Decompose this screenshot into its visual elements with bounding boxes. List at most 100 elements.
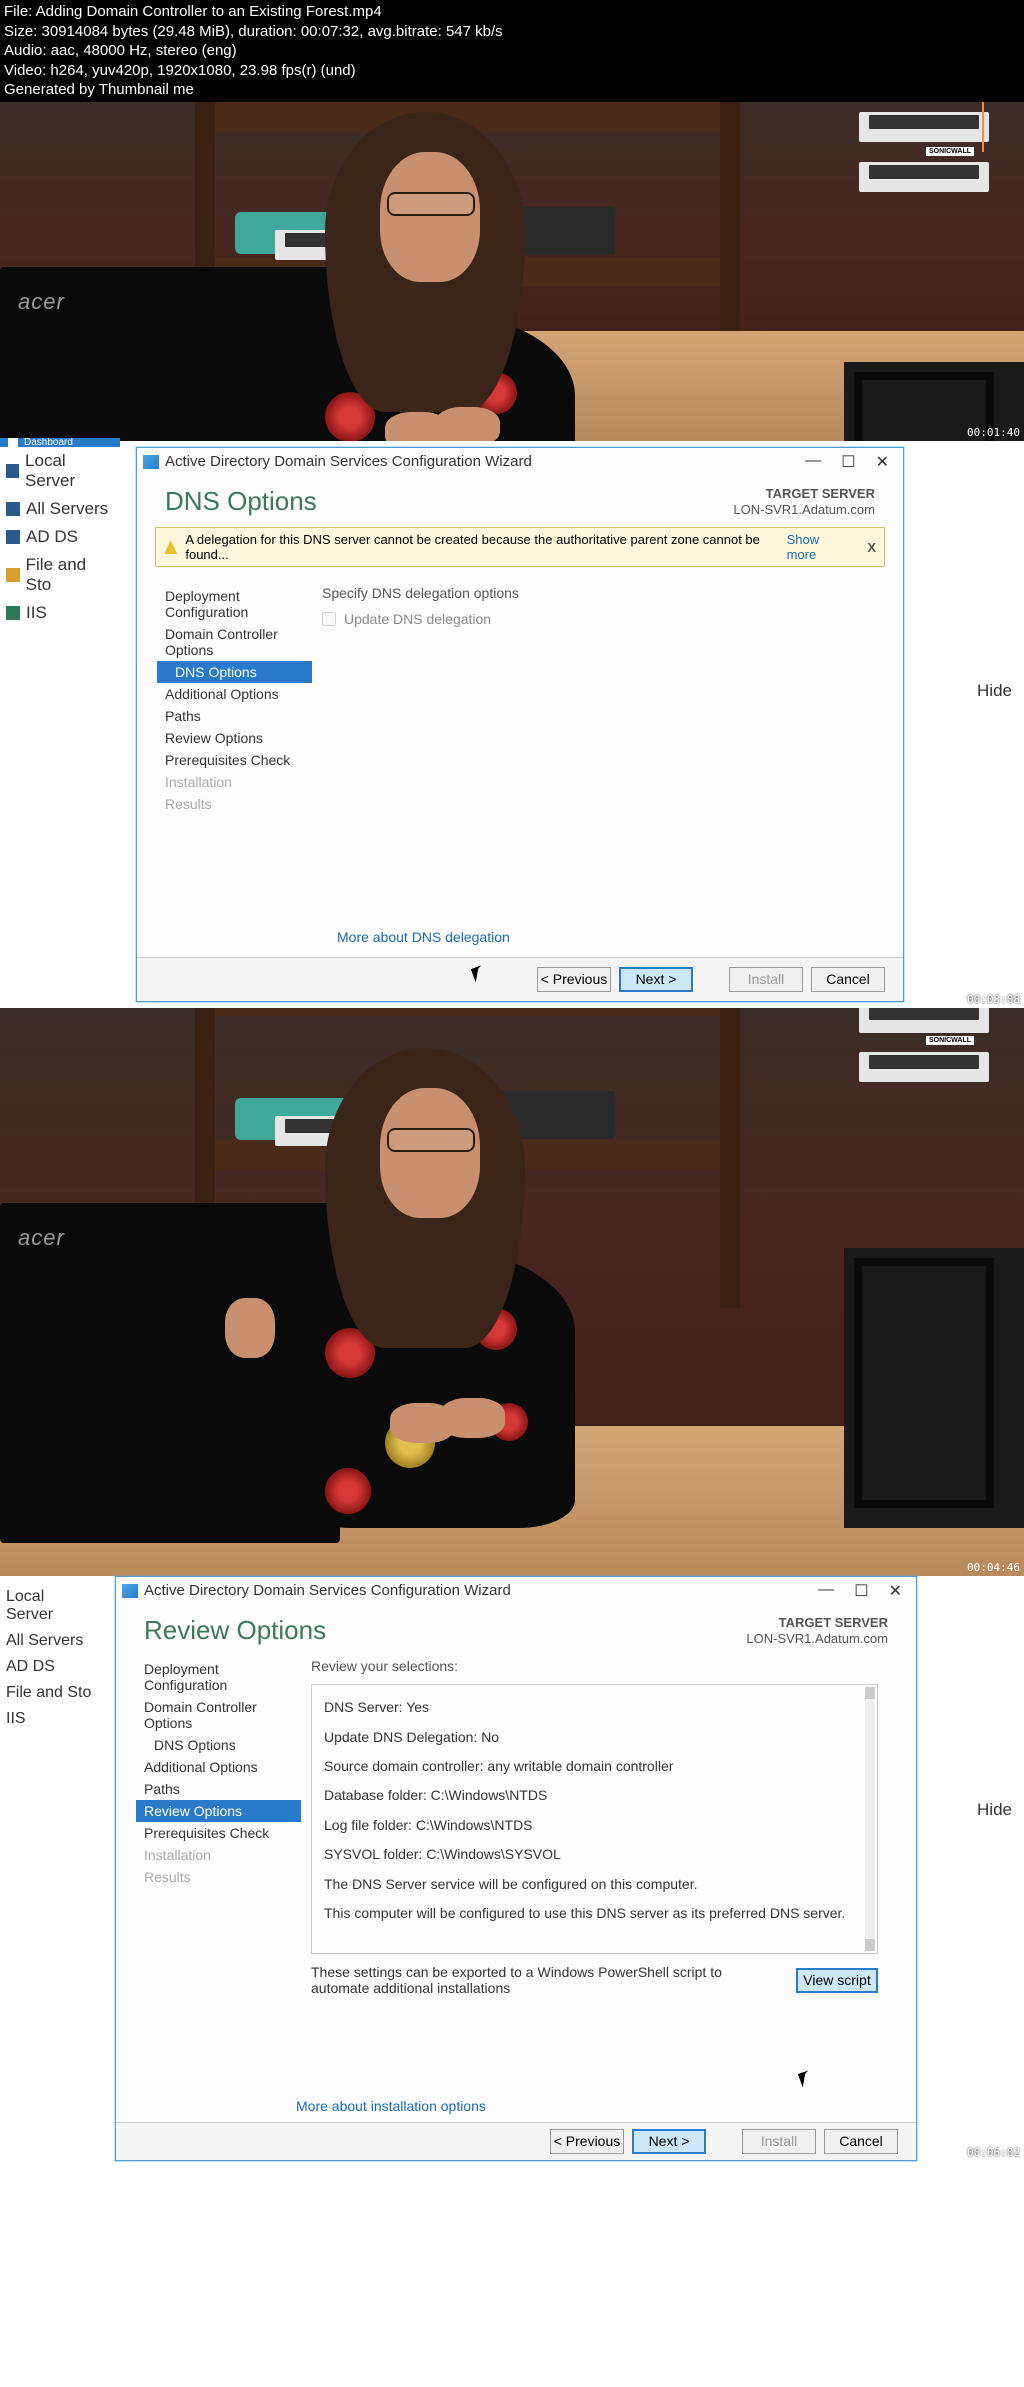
thumbnail-frame-2: Dashboard Local Server All Servers AD DS… [0,441,1024,1008]
nav-dc-options-2[interactable]: Domain Controller Options [136,1696,301,1734]
server-manager-sidebar: Local Server All Servers AD DS File and … [0,447,120,1014]
meta-generated: Generated by Thumbnail me [4,80,1020,100]
install-button-2: Install [742,2129,816,2154]
wizard-footer-2: < Previous Next > Install Cancel [116,2122,916,2160]
sidebar-iis[interactable]: IIS [0,599,120,627]
close-button-2[interactable]: ✕ [889,1581,902,1601]
sidebar-local-server[interactable]: Local Server [0,447,120,495]
review-header-label: Review your selections: [311,1658,878,1674]
warning-icon [164,540,177,554]
wizard-titlebar-text-2: Active Directory Domain Services Configu… [144,1582,511,1599]
nav-review-options-2[interactable]: Review Options [136,1800,301,1822]
monitor-logo-2: acer [18,1225,65,1251]
nav-paths[interactable]: Paths [157,705,312,727]
nav-dns-options[interactable]: DNS Options [157,661,312,683]
ad-config-wizard-2: Active Directory Domain Services Configu… [115,1576,917,2161]
thumbnail-frame-4: Local Server All Servers AD DS File and … [0,1576,1024,2161]
sidebar-file-storage[interactable]: File and Sto [0,551,120,599]
dns-warning-bar: A delegation for this DNS server cannot … [155,527,885,567]
update-dns-label: Update DNS delegation [344,611,491,627]
review-line-8: This computer will be configured to use … [324,1899,865,1928]
meta-audio: Audio: aac, 48000 Hz, stereo (eng) [4,41,1020,61]
minimize-button[interactable]: — [805,452,821,472]
more-dns-link[interactable]: More about DNS delegation [337,929,510,945]
server-manager-sidebar-2: Local Server All Servers AD DS File and … [0,1584,100,2169]
sidebar-all-servers[interactable]: All Servers [0,495,120,523]
device-label-2: SONICWALL [926,1036,974,1045]
target-server-info: TARGET SERVER LON-SVR1.Adatum.com [733,486,875,520]
monitor-logo: acer [18,289,65,315]
hide-button-2[interactable]: Hide [977,1800,1012,1820]
nav-deployment-config-2[interactable]: Deployment Configuration [136,1658,301,1696]
show-more-link[interactable]: Show more [787,532,850,562]
sidebar-all-servers-2[interactable]: All Servers [0,1628,100,1654]
nav-prerequisites[interactable]: Prerequisites Check [157,749,312,771]
video-metadata-overlay: File: Adding Domain Controller to an Exi… [0,0,1024,102]
nav-results-2: Results [136,1866,301,1888]
next-button-2[interactable]: Next > [632,2129,706,2154]
sidebar-local-server-2[interactable]: Local Server [0,1584,100,1628]
nav-installation: Installation [157,771,312,793]
nav-results: Results [157,793,312,815]
scrollbar[interactable] [865,1687,875,1951]
thumbnail-frame-1: SONICWALL acer 00:01:40 [0,102,1024,441]
target-server-info-2: TARGET SERVER LON-SVR1.Adatum.com [746,1615,888,1649]
export-note-text: These settings can be exported to a Wind… [311,1964,741,1996]
nav-additional-options-2[interactable]: Additional Options [136,1756,301,1778]
review-line-3: Source domain controller: any writable d… [324,1752,865,1781]
dashboard-tab[interactable]: Dashboard [0,438,120,447]
maximize-button[interactable]: ☐ [841,452,855,472]
timestamp-3: 00:04:46 [967,1561,1020,1574]
meta-size: Size: 30914084 bytes (29.48 MiB), durati… [4,22,1020,42]
more-install-link[interactable]: More about installation options [296,2098,486,2114]
review-line-4: Database folder: C:\Windows\NTDS [324,1781,865,1810]
cancel-button[interactable]: Cancel [811,967,885,992]
nav-paths-2[interactable]: Paths [136,1778,301,1800]
nav-deployment-config[interactable]: Deployment Configuration [157,585,312,623]
sidebar-adds-2[interactable]: AD DS [0,1654,100,1680]
view-script-button[interactable]: View script [796,1968,878,1993]
meta-file: File: Adding Domain Controller to an Exi… [4,2,1020,22]
wizard-titlebar-2: Active Directory Domain Services Configu… [116,1577,916,1605]
review-line-2: Update DNS Delegation: No [324,1723,865,1752]
review-line-1: DNS Server: Yes [324,1693,865,1722]
review-line-5: Log file folder: C:\Windows\NTDS [324,1811,865,1840]
sidebar-adds[interactable]: AD DS [0,523,120,551]
wizard-titlebar: Active Directory Domain Services Configu… [137,448,903,476]
nav-installation-2: Installation [136,1844,301,1866]
review-line-7: The DNS Server service will be configure… [324,1870,865,1899]
ad-config-wizard: Active Directory Domain Services Configu… [136,447,904,1002]
nav-dc-options[interactable]: Domain Controller Options [157,623,312,661]
sidebar-file-storage-2[interactable]: File and Sto [0,1680,100,1706]
device-label: SONICWALL [926,147,974,156]
review-line-6: SYSVOL folder: C:\Windows\SYSVOL [324,1840,865,1869]
close-button[interactable]: ✕ [876,452,889,472]
wizard-titlebar-text: Active Directory Domain Services Configu… [165,453,532,470]
meta-video: Video: h264, yuv420p, 1920x1080, 23.98 f… [4,61,1020,81]
next-button[interactable]: Next > [619,967,693,992]
wizard-nav-2: Deployment Configuration Domain Controll… [136,1658,301,1996]
nav-dns-options-2[interactable]: DNS Options [136,1734,301,1756]
nav-prerequisites-2[interactable]: Prerequisites Check [136,1822,301,1844]
maximize-button-2[interactable]: ☐ [854,1581,868,1601]
nav-review-options[interactable]: Review Options [157,727,312,749]
thumbnail-frame-3: SONICWALL acer 00:04:46 [0,1008,1024,1576]
review-selections-box[interactable]: DNS Server: Yes Update DNS Delegation: N… [311,1684,878,1954]
minimize-button-2[interactable]: — [818,1581,834,1601]
sidebar-iis-2[interactable]: IIS [0,1706,100,1732]
close-warning-button[interactable]: X [867,540,876,555]
update-dns-checkbox [322,612,336,626]
hide-button[interactable]: Hide [977,681,1012,701]
wizard-page-title: DNS Options [165,486,317,517]
wizard-app-icon-2 [122,1584,138,1598]
timestamp-1: 00:01:40 [967,426,1020,439]
nav-additional-options[interactable]: Additional Options [157,683,312,705]
previous-button-2[interactable]: < Previous [550,2129,624,2154]
warning-text: A delegation for this DNS server cannot … [185,532,778,562]
cancel-button-2[interactable]: Cancel [824,2129,898,2154]
timestamp-2: 00:03:08 [967,993,1020,1006]
previous-button[interactable]: < Previous [537,967,611,992]
wizard-app-icon [143,455,159,469]
install-button: Install [729,967,803,992]
dns-specify-label: Specify DNS delegation options [322,585,873,601]
